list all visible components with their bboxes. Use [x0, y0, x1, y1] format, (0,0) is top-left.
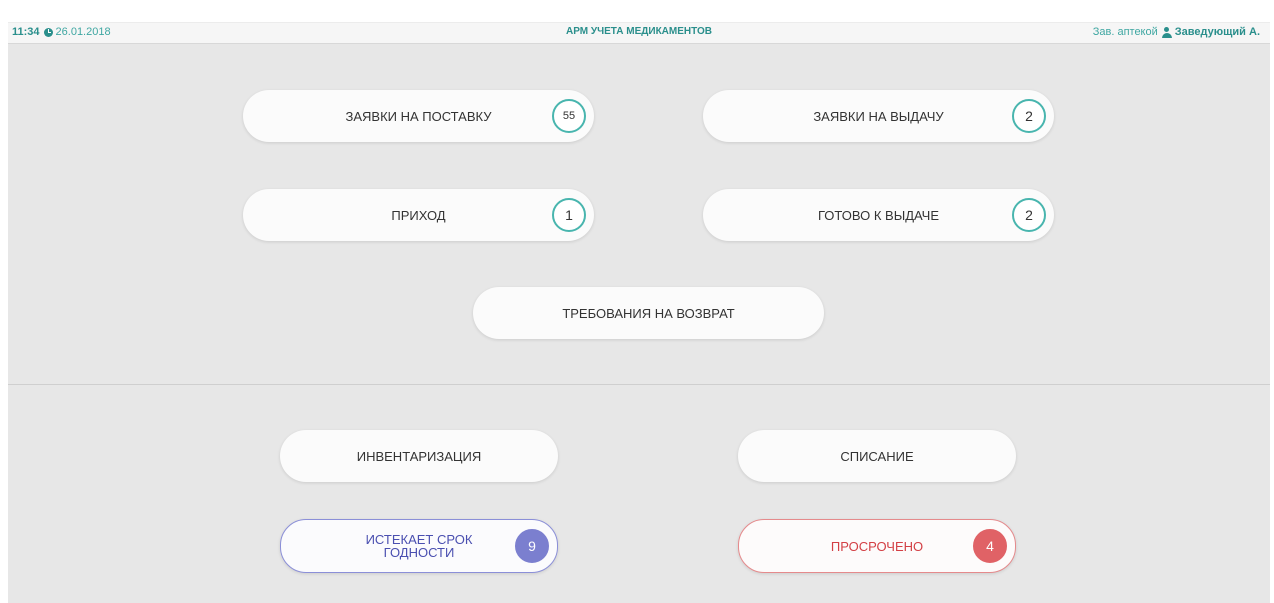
- supply-requests-count-badge: 55: [552, 99, 586, 133]
- main-actions-panel: ЗАЯВКИ НА ПОСТАВКУ 55 ЗАЯВКИ НА ВЫДАЧУ 2…: [8, 44, 1270, 384]
- user-name: Заведующий А.: [1174, 26, 1260, 38]
- secondary-actions-panel: ИНВЕНТАРИЗАЦИЯ СПИСАНИЕ ИСТЕКАЕТ СРОК ГО…: [8, 385, 1270, 603]
- ready-to-issue-label: ГОТОВО К ВЫДАЧЕ: [817, 207, 939, 223]
- return-requests-label: ТРЕБОВАНИЯ НА ВОЗВРАТ: [562, 305, 735, 321]
- top-bar: 11:34 26.01.2018 АРМ УЧЕТА МЕДИКАМЕНТОВ …: [8, 22, 1270, 44]
- inventory-button[interactable]: ИНВЕНТАРИЗАЦИЯ: [280, 430, 558, 482]
- supply-requests-label: ЗАЯВКИ НА ПОСТАВКУ: [345, 108, 492, 124]
- user-role: Зав. аптекой: [1092, 26, 1158, 38]
- return-requests-button[interactable]: ТРЕБОВАНИЯ НА ВОЗВРАТ: [473, 287, 824, 339]
- receipt-count-badge: 1: [552, 198, 586, 232]
- receipt-label: ПРИХОД: [391, 207, 446, 223]
- expired-count-badge: 4: [973, 529, 1007, 563]
- issue-requests-button[interactable]: ЗАЯВКИ НА ВЫДАЧУ 2: [703, 90, 1054, 142]
- ready-to-issue-count-badge: 2: [1012, 198, 1046, 232]
- app-title: АРМ УЧЕТА МЕДИКАМЕНТОВ: [566, 26, 712, 37]
- receipt-button[interactable]: ПРИХОД 1: [243, 189, 594, 241]
- ready-to-issue-button[interactable]: ГОТОВО К ВЫДАЧЕ 2: [703, 189, 1054, 241]
- user-info[interactable]: Зав. аптекой Заведующий А.: [1093, 26, 1260, 38]
- user-icon: [1161, 26, 1172, 38]
- write-off-button[interactable]: СПИСАНИЕ: [738, 430, 1016, 482]
- supply-requests-button[interactable]: ЗАЯВКИ НА ПОСТАВКУ 55: [243, 90, 594, 142]
- expired-button[interactable]: ПРОСРОЧЕНО 4: [738, 519, 1016, 573]
- issue-requests-count-badge: 2: [1012, 99, 1046, 133]
- expiring-label: ИСТЕКАЕТ СРОК ГОДНОСТИ: [366, 533, 473, 559]
- expiring-count-badge: 9: [515, 529, 549, 563]
- expiring-button[interactable]: ИСТЕКАЕТ СРОК ГОДНОСТИ 9: [280, 519, 558, 573]
- inventory-label: ИНВЕНТАРИЗАЦИЯ: [356, 448, 482, 464]
- write-off-label: СПИСАНИЕ: [840, 448, 914, 464]
- issue-requests-label: ЗАЯВКИ НА ВЫДАЧУ: [813, 108, 944, 124]
- expired-label: ПРОСРОЧЕНО: [830, 538, 924, 554]
- expiring-label-line2: ГОДНОСТИ: [383, 545, 455, 560]
